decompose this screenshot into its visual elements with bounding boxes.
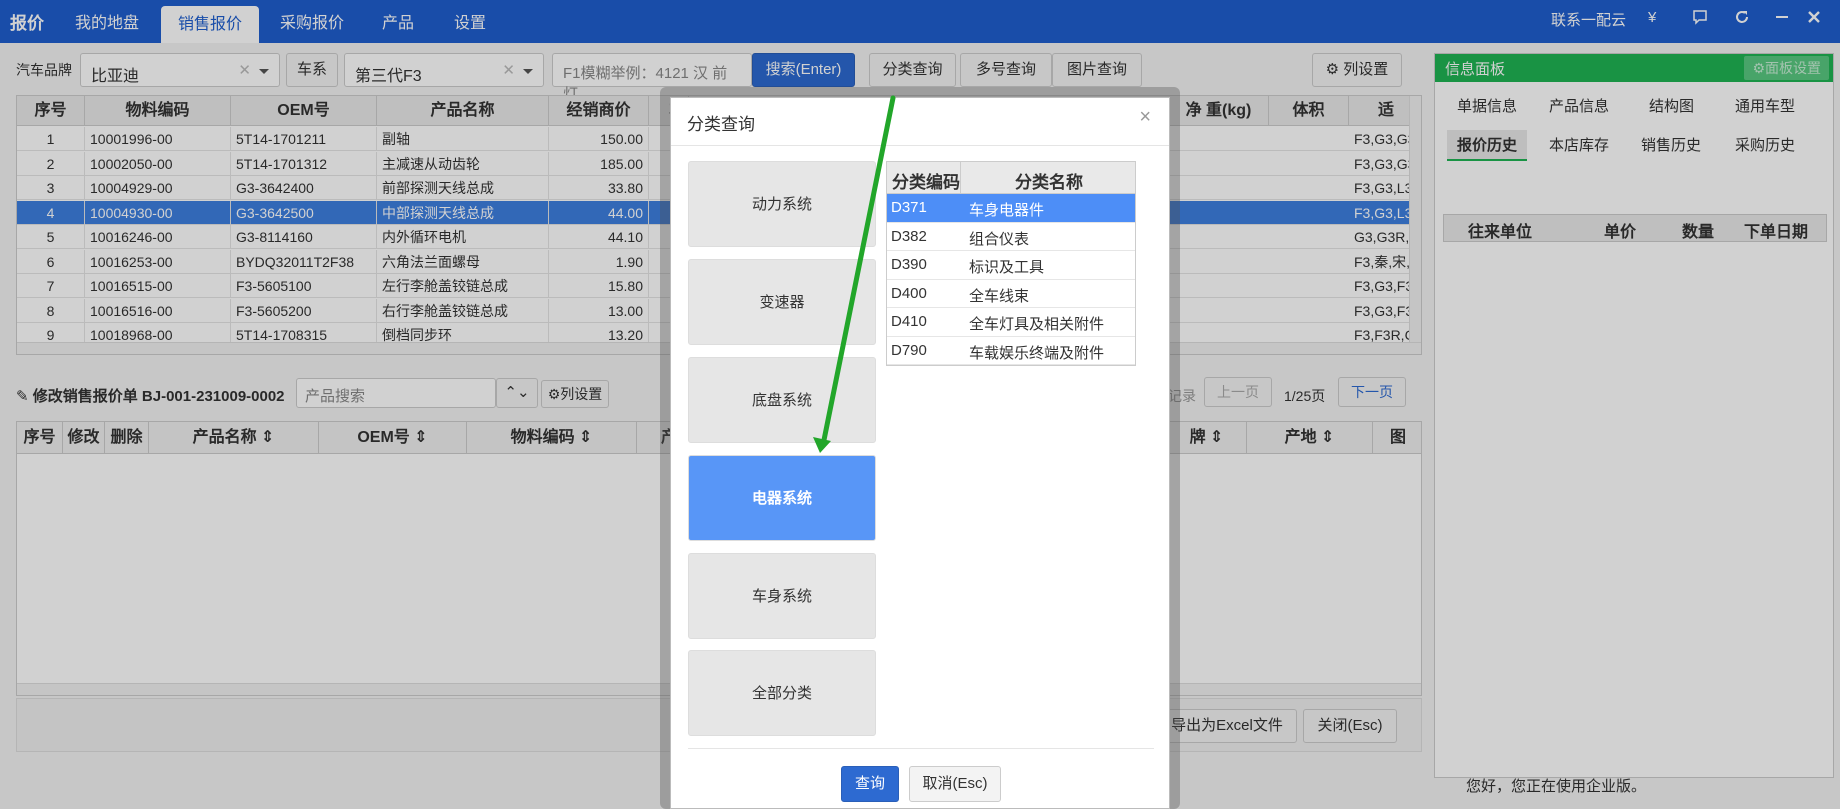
category-name: 全车线束: [969, 287, 1030, 305]
dialog-divider: [671, 145, 1169, 146]
category-name: 车载娱乐终端及附件: [969, 344, 1105, 362]
category-transmission[interactable]: 变速器: [688, 259, 876, 345]
category-chassis[interactable]: 底盘系统: [688, 357, 876, 443]
subcategory-table: 分类编码 分类名称 D371 车身电器件 D382 组合仪表 D390 标识及工具 D400…: [886, 161, 1136, 366]
list-item[interactable]: D410 全车灯具及相关附件: [887, 308, 1135, 337]
dialog-title: 分类查询: [687, 115, 755, 134]
list-item[interactable]: D382 组合仪表: [887, 223, 1135, 251]
category-code: D371: [891, 199, 927, 216]
category-all[interactable]: 全部分类: [688, 650, 876, 736]
category-name: 车身电器件: [969, 202, 1045, 219]
list-item[interactable]: D371 车身电器件: [887, 194, 1135, 223]
list-item[interactable]: D400 全车线束: [887, 280, 1135, 308]
list-item[interactable]: D790 车载娱乐终端及附件: [887, 337, 1135, 365]
cancel-button[interactable]: 取消(Esc): [909, 766, 1001, 802]
category-code: D400: [891, 284, 927, 302]
category-query-dialog: 分类查询 × 动力系统 变速器 底盘系统 电器系统 车身系统 全部分类 分类编码…: [670, 97, 1170, 809]
col-header-category-name[interactable]: 分类名称: [1015, 168, 1083, 193]
category-power-system[interactable]: 动力系统: [688, 161, 876, 247]
category-code: D410: [891, 313, 927, 330]
category-name: 全车灯具及相关附件: [969, 316, 1105, 333]
category-name: 标识及工具: [969, 259, 1045, 276]
category-code: D382: [891, 227, 927, 245]
col-header-category-code[interactable]: 分类编码: [892, 168, 960, 193]
close-icon[interactable]: ×: [1139, 106, 1151, 129]
dialog-footer-divider: [688, 748, 1154, 749]
category-code: D390: [891, 256, 927, 273]
category-electrical[interactable]: 电器系统: [688, 455, 876, 541]
category-body[interactable]: 车身系统: [688, 553, 876, 639]
subcategory-header: 分类编码 分类名称: [887, 162, 1135, 194]
query-button[interactable]: 查询: [841, 766, 899, 802]
list-item[interactable]: D390 标识及工具: [887, 251, 1135, 280]
category-name: 组合仪表: [969, 230, 1030, 248]
category-code: D790: [891, 341, 927, 359]
